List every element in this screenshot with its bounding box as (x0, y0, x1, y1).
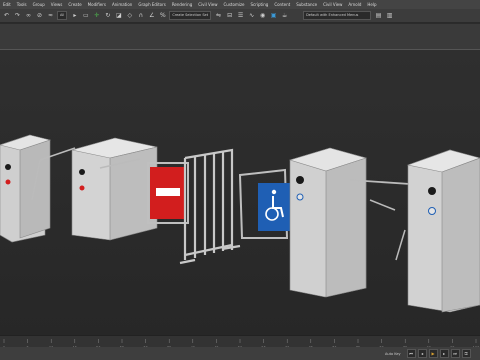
menu-item[interactable]: Arnold (345, 0, 364, 9)
link-icon[interactable]: ∞ (24, 11, 33, 20)
turnstile-1 (0, 134, 76, 243)
menu-item[interactable]: Substance (293, 0, 320, 9)
unlink-icon[interactable]: ⊘ (35, 11, 44, 20)
align-icon[interactable]: ⊟ (225, 11, 234, 20)
menu-item[interactable]: Scripting (248, 0, 272, 9)
workspace-dropdown[interactable]: Default with Enhanced Menus (303, 11, 372, 20)
render-icon[interactable]: ☕ (280, 11, 289, 20)
folder-icon[interactable]: ▤ (374, 11, 383, 20)
layer-icon[interactable]: ☰ (236, 11, 245, 20)
redo-icon[interactable]: ↷ (13, 11, 22, 20)
angle-snap-icon[interactable]: ∠ (147, 11, 156, 20)
menu-bar: Edit Tools Group Views Create Modifiers Animat… (0, 0, 480, 9)
percent-snap-icon[interactable]: % (158, 11, 167, 20)
menu-item[interactable]: Modifiers (85, 0, 109, 9)
main-toolbar: ↶ ↷ ∞ ⊘ ≈ All ▸ ▭ ✛ ↻ ◪ ◇ ∩ ∠ % Create S… (0, 9, 480, 23)
menu-item[interactable]: Content (271, 0, 293, 9)
selection-filter-dropdown[interactable]: All (57, 11, 68, 20)
place-icon[interactable]: ◇ (125, 11, 134, 20)
menu-item[interactable]: Civil View (320, 0, 345, 9)
menu-item[interactable]: Rendering (169, 0, 195, 9)
menu-item[interactable]: Tools (14, 0, 30, 9)
bind-icon[interactable]: ≈ (46, 11, 55, 20)
key-mode-icon[interactable]: ⚿ (461, 349, 471, 358)
move-icon[interactable]: ✛ (92, 11, 101, 20)
gate-no-entry (147, 162, 189, 224)
menu-item[interactable]: Animation (109, 0, 135, 9)
curve-editor-icon[interactable]: ∿ (247, 11, 256, 20)
named-selection-dropdown[interactable]: Create Selection Set (169, 11, 212, 20)
turnstile-4 (406, 149, 480, 313)
menu-item[interactable]: Group (30, 0, 48, 9)
menu-item[interactable]: Civil View (195, 0, 220, 9)
material-editor-icon[interactable]: ◉ (258, 11, 267, 20)
menu-item[interactable]: Create (65, 0, 84, 9)
project-icon[interactable]: ▥ (385, 11, 394, 20)
play-icon[interactable]: ▶ (428, 349, 438, 358)
scale-icon[interactable]: ◪ (114, 11, 123, 20)
mirror-icon[interactable]: ⇋ (214, 11, 223, 20)
rotate-icon[interactable]: ↻ (103, 11, 112, 20)
select-region-icon[interactable]: ▭ (81, 11, 90, 20)
undo-icon[interactable]: ↶ (2, 11, 11, 20)
render-setup-icon[interactable]: ▣ (269, 11, 278, 20)
prev-frame-icon[interactable]: ◂ (417, 349, 427, 358)
menu-item[interactable]: Help (364, 0, 379, 9)
menu-item[interactable]: Graph Editors (135, 0, 168, 9)
select-icon[interactable]: ▸ (70, 11, 79, 20)
gate-accessible (238, 168, 290, 239)
turnstile-3 (288, 147, 411, 298)
ribbon-area (0, 24, 480, 49)
auto-key-label: Auto Key (385, 351, 401, 356)
snap-icon[interactable]: ∩ (136, 11, 145, 20)
menu-item[interactable]: Edit (0, 0, 14, 9)
go-to-end-icon[interactable]: ⏭ (450, 349, 460, 358)
perspective-viewport[interactable] (0, 49, 480, 336)
menu-item[interactable]: Views (48, 0, 66, 9)
menu-item[interactable]: Customize (221, 0, 248, 9)
go-to-start-icon[interactable]: ⏮ (406, 349, 416, 358)
next-frame-icon[interactable]: ▸ (439, 349, 449, 358)
status-bar: Auto Key ⏮ ◂ ▶ ▸ ⏭ ⚿ (0, 347, 480, 360)
turnstile-2 (71, 137, 158, 241)
